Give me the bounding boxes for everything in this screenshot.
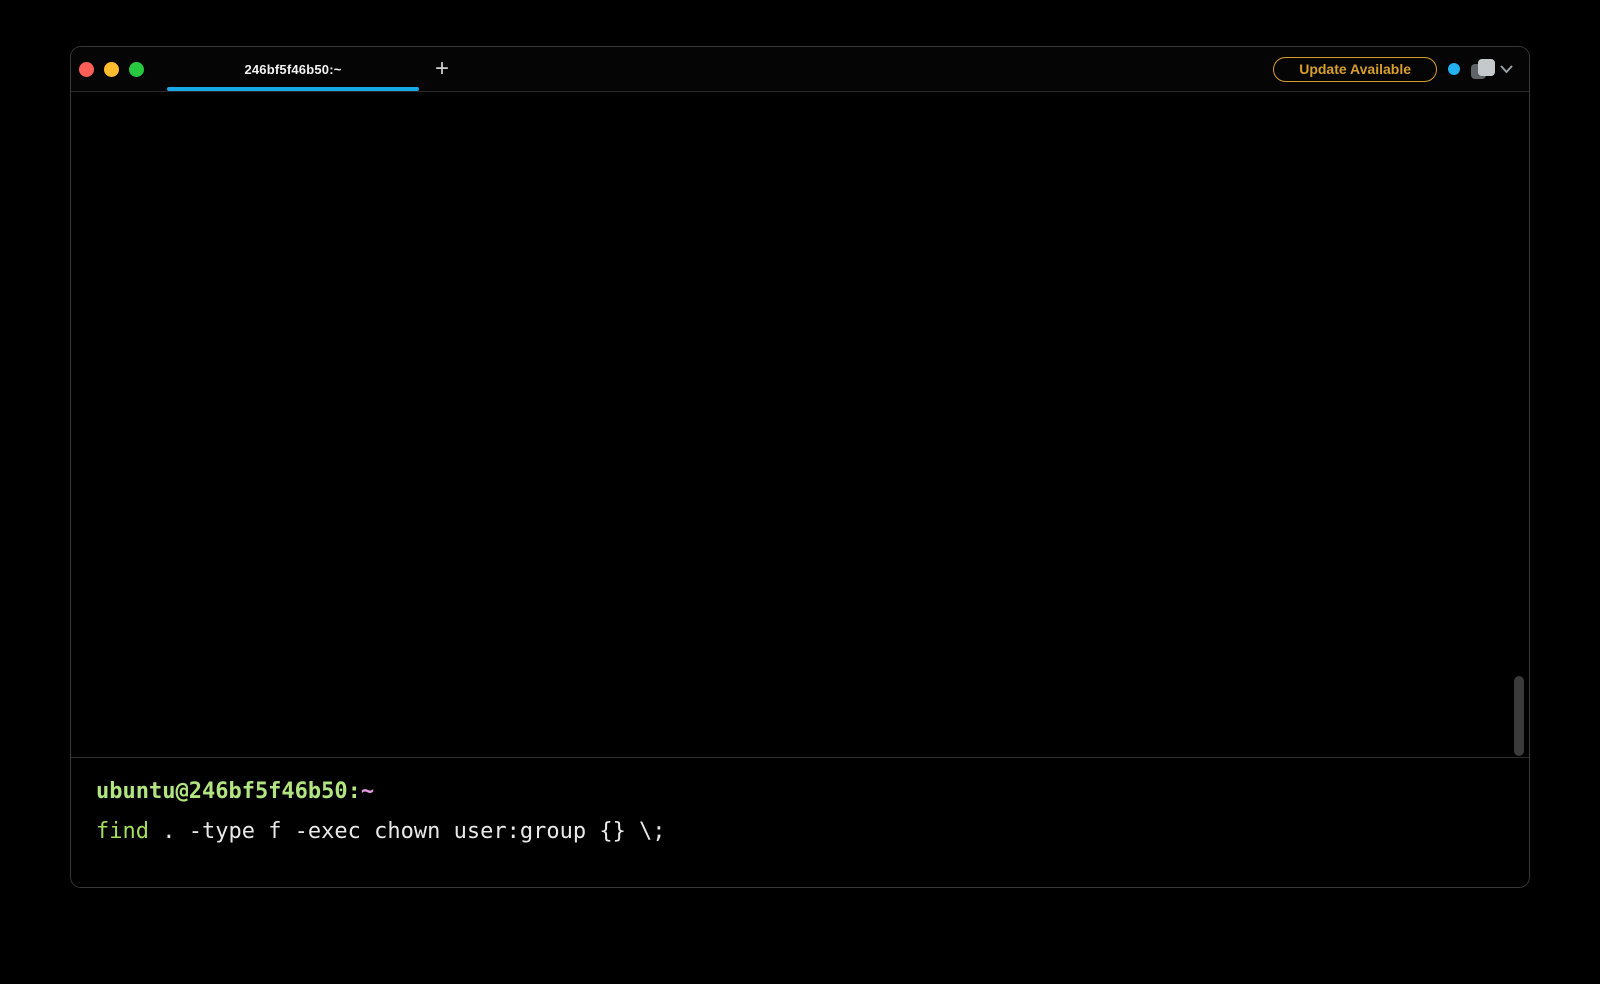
zoom-button[interactable] xyxy=(129,62,144,77)
command-input-block[interactable]: ubuntu@246bf5f46b50:~ find . -type f -ex… xyxy=(71,757,1529,887)
command-arguments: . -type f -exec chown user:group {} \; xyxy=(149,819,666,844)
new-tab-button[interactable]: + xyxy=(424,47,460,91)
tab-active[interactable]: 246bf5f46b50:~ xyxy=(167,47,419,91)
desktop-background: 246bf5f46b50:~ + Update Available xyxy=(0,0,1600,984)
chevron-down-icon xyxy=(1500,65,1513,74)
update-available-button[interactable]: Update Available xyxy=(1273,57,1437,82)
window-menu-button[interactable] xyxy=(1471,57,1513,81)
active-tab-indicator xyxy=(167,87,419,91)
terminal-window: 246bf5f46b50:~ + Update Available xyxy=(70,46,1530,888)
command-keyword: find xyxy=(96,819,149,844)
titlebar: 246bf5f46b50:~ + Update Available xyxy=(71,47,1529,92)
window-square-front xyxy=(1478,59,1495,76)
command-line[interactable]: find . -type f -exec chown user:group {}… xyxy=(96,812,1509,852)
traffic-lights xyxy=(79,47,144,91)
scrollbar-thumb[interactable] xyxy=(1514,676,1524,756)
overlapping-windows-icon xyxy=(1471,57,1496,81)
prompt-line: ubuntu@246bf5f46b50:~ xyxy=(96,772,1509,812)
prompt-path: ~ xyxy=(361,779,374,804)
terminal-scrollback[interactable] xyxy=(71,92,1529,757)
notification-dot-icon xyxy=(1448,63,1460,75)
prompt-user-host: ubuntu@246bf5f46b50: xyxy=(96,779,361,804)
close-button[interactable] xyxy=(79,62,94,77)
titlebar-right-controls: Update Available xyxy=(1273,47,1513,91)
minimize-button[interactable] xyxy=(104,62,119,77)
tab-title: 246bf5f46b50:~ xyxy=(244,62,341,77)
